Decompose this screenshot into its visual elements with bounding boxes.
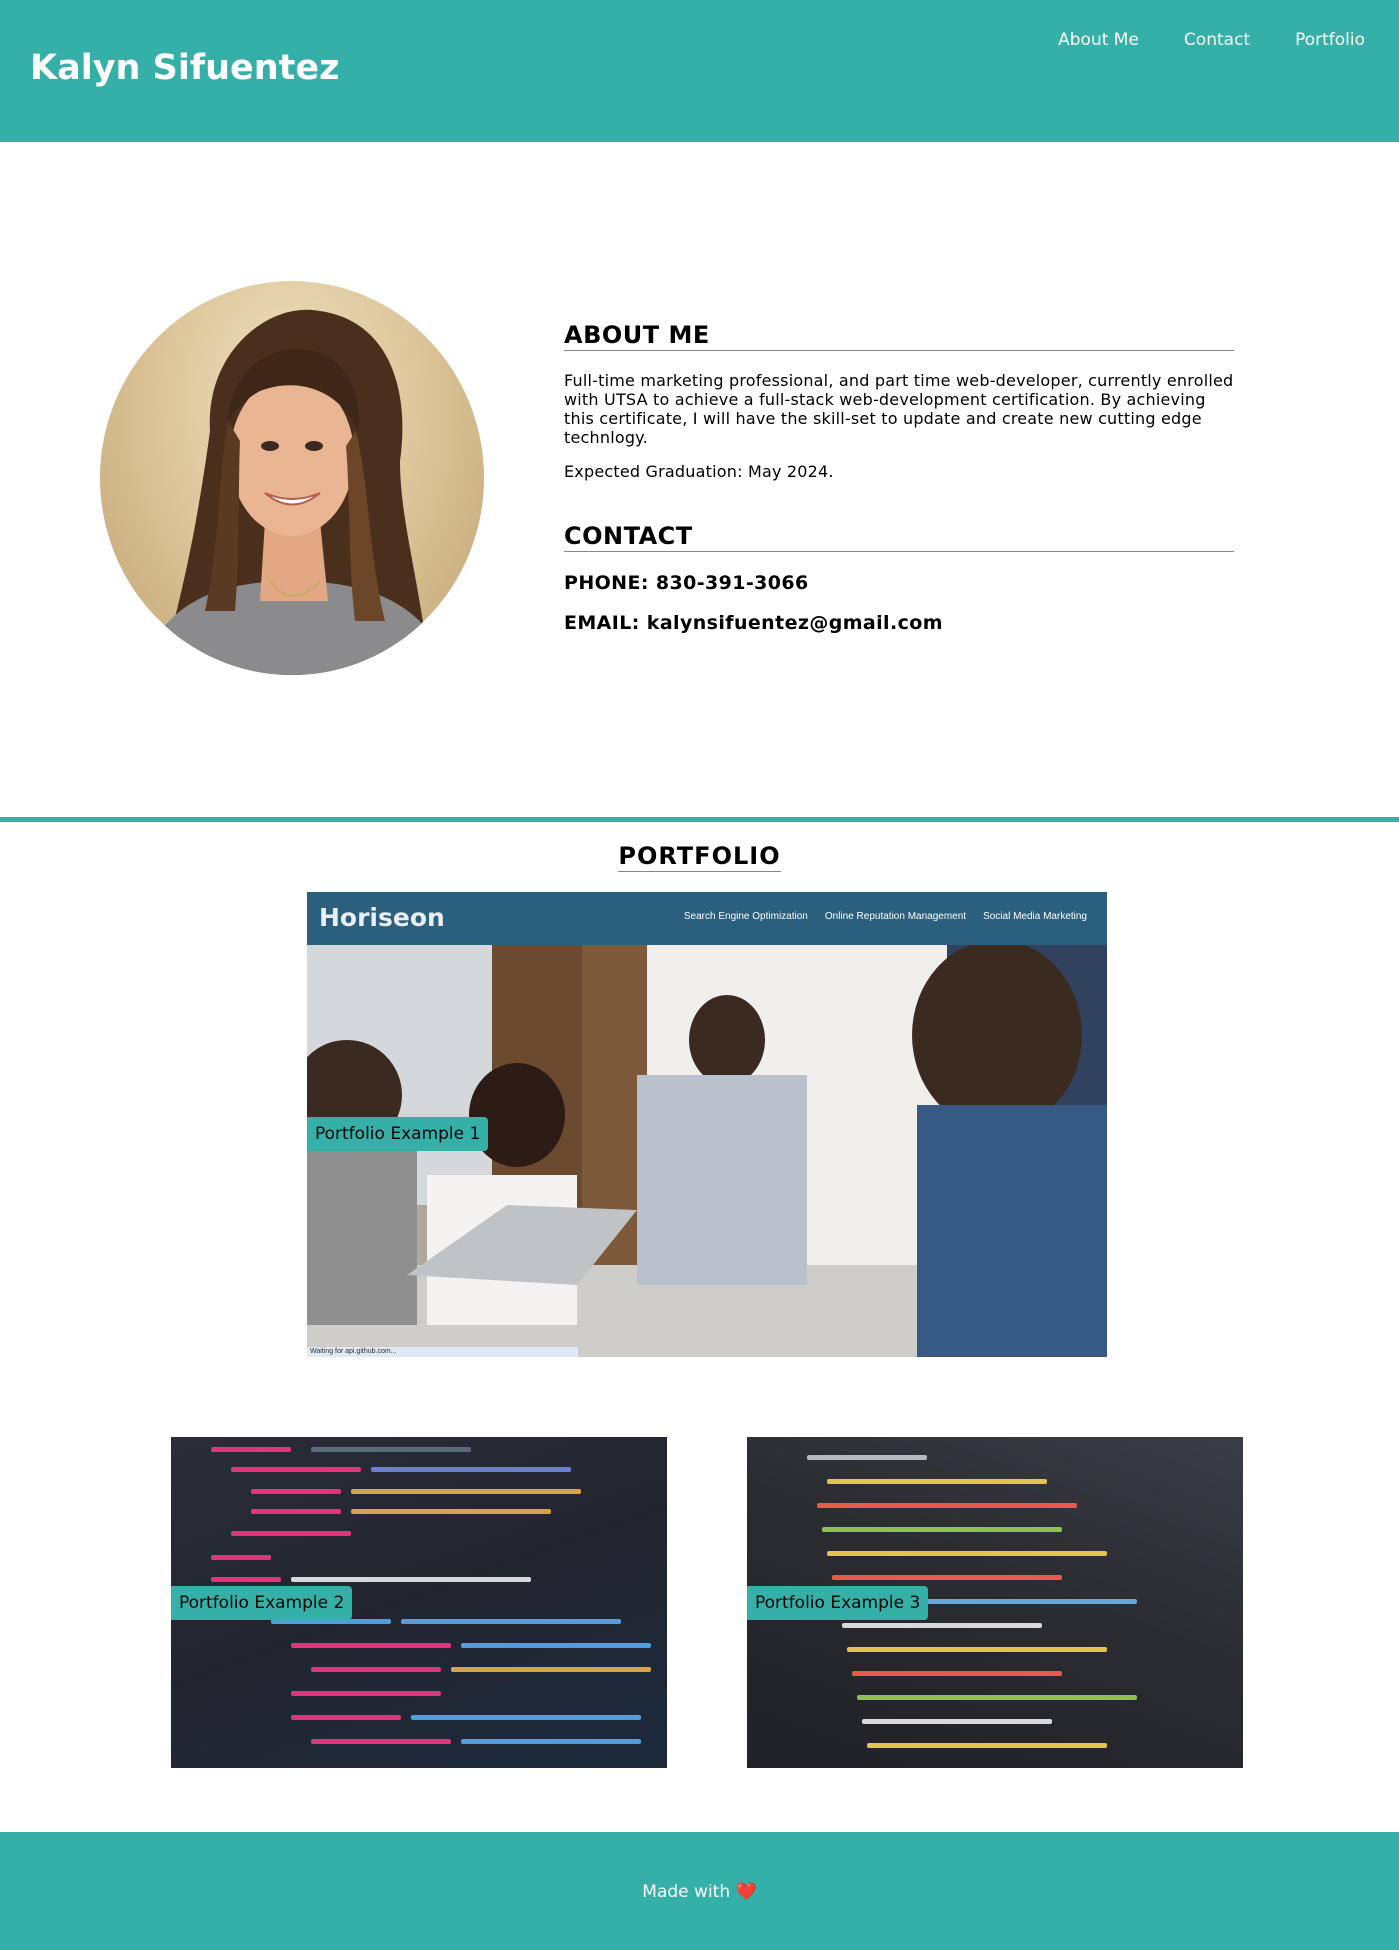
site-footer: Made with ❤️ bbox=[0, 1832, 1399, 1950]
preview-status-bar: Waiting for api.github.com... bbox=[307, 1347, 578, 1357]
about-section: ABOUT ME Full-time marketing professiona… bbox=[564, 321, 1234, 481]
portfolio-heading-wrap: PORTFOLIO bbox=[0, 842, 1399, 872]
portfolio-card-2[interactable]: Portfolio Example 2 bbox=[171, 1437, 667, 1768]
contact-section: CONTACT PHONE: 830-391-3066 EMAIL: kalyn… bbox=[564, 522, 1234, 634]
portfolio-card-3[interactable]: Portfolio Example 3 bbox=[747, 1437, 1243, 1768]
about-heading: ABOUT ME bbox=[564, 321, 1234, 351]
preview-hero-image bbox=[307, 940, 1107, 1357]
main-nav: About Me Contact Portfolio bbox=[1058, 30, 1365, 50]
footer-text-wrap: Made with ❤️ bbox=[0, 1882, 1399, 1902]
preview-navbar: Horiseon Search Engine Optimization Onli… bbox=[307, 892, 1107, 945]
nav-portfolio[interactable]: Portfolio bbox=[1295, 30, 1365, 50]
page: Kalyn Sifuentez About Me Contact Portfol… bbox=[0, 0, 1399, 1950]
portfolio-card-1[interactable]: Horiseon Search Engine Optimization Onli… bbox=[307, 892, 1107, 1357]
nav-about-me[interactable]: About Me bbox=[1058, 30, 1139, 50]
site-title: Kalyn Sifuentez bbox=[30, 48, 340, 88]
contact-heading: CONTACT bbox=[564, 522, 1234, 552]
nav-contact[interactable]: Contact bbox=[1184, 30, 1250, 50]
portfolio-label-3[interactable]: Portfolio Example 3 bbox=[747, 1586, 929, 1620]
section-divider bbox=[0, 817, 1399, 822]
preview-logo: Horiseon bbox=[319, 903, 445, 932]
site-header: Kalyn Sifuentez About Me Contact Portfol… bbox=[0, 0, 1399, 142]
about-text: Full-time marketing professional, and pa… bbox=[564, 371, 1234, 447]
graduation-text: Expected Graduation: May 2024. bbox=[564, 462, 834, 481]
preview-links: Search Engine Optimization Online Reputa… bbox=[684, 911, 1087, 922]
profile-photo bbox=[100, 281, 484, 675]
meeting-photo bbox=[307, 940, 1107, 1357]
contact-email: EMAIL: kalynsifuentez@gmail.com bbox=[564, 612, 943, 634]
preview-link: Social Media Marketing bbox=[983, 911, 1087, 922]
portfolio-label-1[interactable]: Portfolio Example 1 bbox=[307, 1117, 489, 1151]
footer-text: Made with bbox=[642, 1882, 731, 1902]
heart-icon: ❤️ bbox=[735, 1882, 757, 1902]
preview-link: Search Engine Optimization bbox=[683, 911, 808, 922]
portfolio-label-2[interactable]: Portfolio Example 2 bbox=[171, 1586, 353, 1620]
profile-portrait bbox=[140, 309, 450, 675]
portfolio-heading: PORTFOLIO bbox=[618, 842, 781, 872]
contact-phone: PHONE: 830-391-3066 bbox=[564, 572, 809, 594]
preview-link: Online Reputation Management bbox=[824, 911, 967, 922]
